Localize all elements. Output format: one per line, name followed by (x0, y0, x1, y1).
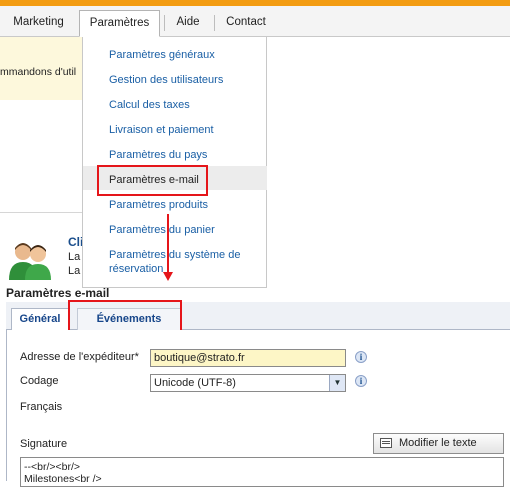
annotation-highlight-box (97, 165, 208, 196)
users-icon (9, 243, 51, 280)
encoding-select[interactable]: Unicode (UTF-8) ▼ (150, 374, 346, 392)
modify-text-label: Modifier le texte (399, 437, 477, 449)
annotation-arrow-head (163, 272, 173, 281)
background-notice-text: mmandons d'util (0, 66, 77, 78)
background-line-fragment: La (68, 251, 81, 263)
signature-line: Milestones<br /> (24, 473, 102, 485)
signature-textarea[interactable]: --<br/><br/> Milestones<br /> (20, 457, 504, 487)
info-icon[interactable]: i (355, 375, 367, 387)
annotation-highlight-box (68, 300, 182, 333)
info-icon[interactable]: i (355, 351, 367, 363)
annotation-arrow-line (167, 214, 169, 272)
page-title: Paramètres e-mail (6, 286, 110, 300)
menu-item-parametres-pays[interactable]: Paramètres du pays (109, 149, 207, 161)
edit-text-icon (380, 438, 392, 448)
modify-text-button[interactable]: Modifier le texte (373, 433, 504, 454)
encoding-label: Codage (20, 375, 59, 387)
menu-item-reservation[interactable]: réservation (109, 263, 163, 275)
encoding-selected-value: Unicode (UTF-8) (154, 377, 236, 389)
signature-label: Signature (20, 438, 68, 450)
chevron-down-icon[interactable]: ▼ (329, 375, 345, 391)
menu-item-calcul-taxes[interactable]: Calcul des taxes (109, 99, 190, 111)
background-line-fragment: La (68, 265, 81, 277)
sender-label: Adresse de l'expéditeur* (20, 351, 139, 363)
menu-item-gestion-utilisateurs[interactable]: Gestion des utilisateurs (109, 74, 223, 86)
menu-item-parametres-panier[interactable]: Paramètres du panier (109, 224, 215, 236)
nav-tab-marketing[interactable]: Marketing (0, 10, 77, 36)
sender-email-field[interactable]: boutique@strato.fr (150, 349, 346, 367)
nav-separator (214, 15, 215, 31)
background-divider (0, 212, 82, 213)
menu-item-parametres-systeme[interactable]: Paramètres du système de (109, 249, 240, 261)
menu-item-livraison-paiement[interactable]: Livraison et paiement (109, 124, 214, 136)
menu-item-parametres-generaux[interactable]: Paramètres généraux (109, 49, 215, 61)
signature-line: --<br/><br/> (24, 461, 81, 473)
main-navbar: Marketing Paramètres Aide Contact (0, 6, 510, 37)
nav-tab-parametres[interactable]: Paramètres (79, 10, 160, 37)
parametres-dropdown-menu: Paramètres généraux Gestion des utilisat… (82, 37, 267, 288)
customer-heading-fragment: Cli (68, 235, 82, 249)
language-label: Français (20, 401, 63, 413)
nav-tab-contact[interactable]: Contact (216, 10, 276, 36)
nav-tab-aide[interactable]: Aide (164, 10, 212, 36)
menu-item-parametres-produits[interactable]: Paramètres produits (109, 199, 208, 211)
tab-general[interactable]: Général (11, 308, 69, 331)
